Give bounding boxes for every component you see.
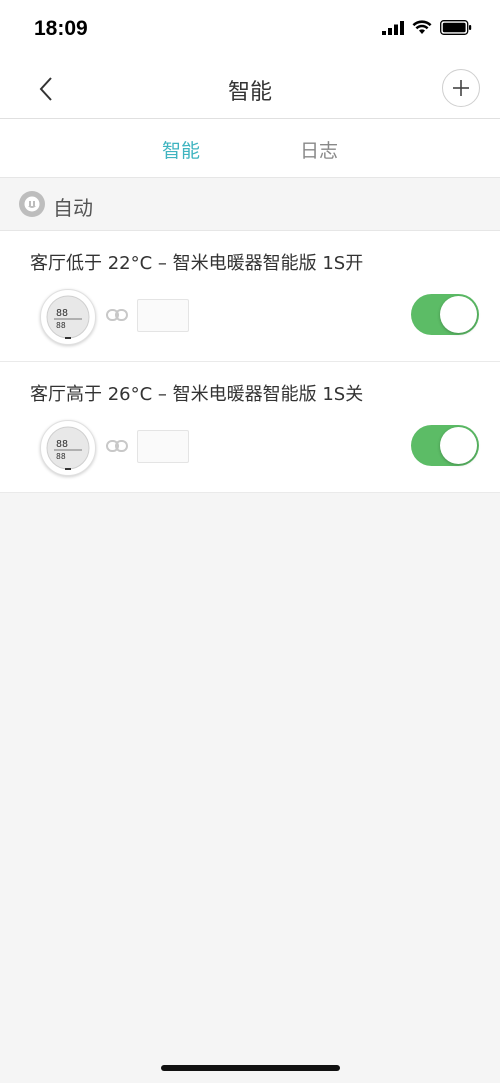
tab-log[interactable]: 日志 [300,136,338,163]
svg-text:88: 88 [56,439,68,450]
section-header: 自动 [0,178,500,231]
status-icons [382,20,472,35]
battery-icon [440,20,472,35]
link-icon [106,440,128,452]
tab-bar: 智能 日志 [0,119,500,178]
signal-icon [382,20,404,35]
header: 18:09 智能 [0,0,500,119]
add-button[interactable] [442,69,480,107]
section-label: 自动 [53,196,93,220]
rule-title: 客厅低于 22°C – 智米电暖器智能版 1S开 [30,253,364,274]
rule-toggle[interactable] [411,294,479,335]
tab-smart[interactable]: 智能 [162,136,200,163]
toggle-knob [440,296,477,333]
toggle-knob [440,427,477,464]
rule-toggle[interactable] [411,425,479,466]
svg-text:88: 88 [56,452,66,461]
link-icon [106,309,128,321]
thermometer-icon: 88 88 [40,289,96,345]
auto-icon [19,191,45,217]
svg-text:88: 88 [56,321,66,330]
home-indicator[interactable] [161,1065,340,1071]
heater-icon [137,299,189,332]
wifi-icon [412,20,432,34]
rule-card[interactable]: 客厅高于 26°C – 智米电暖器智能版 1S关 88 88 [0,362,500,493]
svg-text:88: 88 [56,308,68,319]
rule-card[interactable]: 客厅低于 22°C – 智米电暖器智能版 1S开 88 88 [0,231,500,362]
status-time: 18:09 [34,17,88,40]
heater-icon [137,430,189,463]
plus-icon [453,80,469,96]
page-title: 智能 [227,80,272,105]
thermometer-icon: 88 88 [40,420,96,476]
nav-bar: 智能 [0,58,500,119]
rule-title: 客厅高于 26°C – 智米电暖器智能版 1S关 [30,384,364,405]
status-bar: 18:09 [0,0,500,58]
